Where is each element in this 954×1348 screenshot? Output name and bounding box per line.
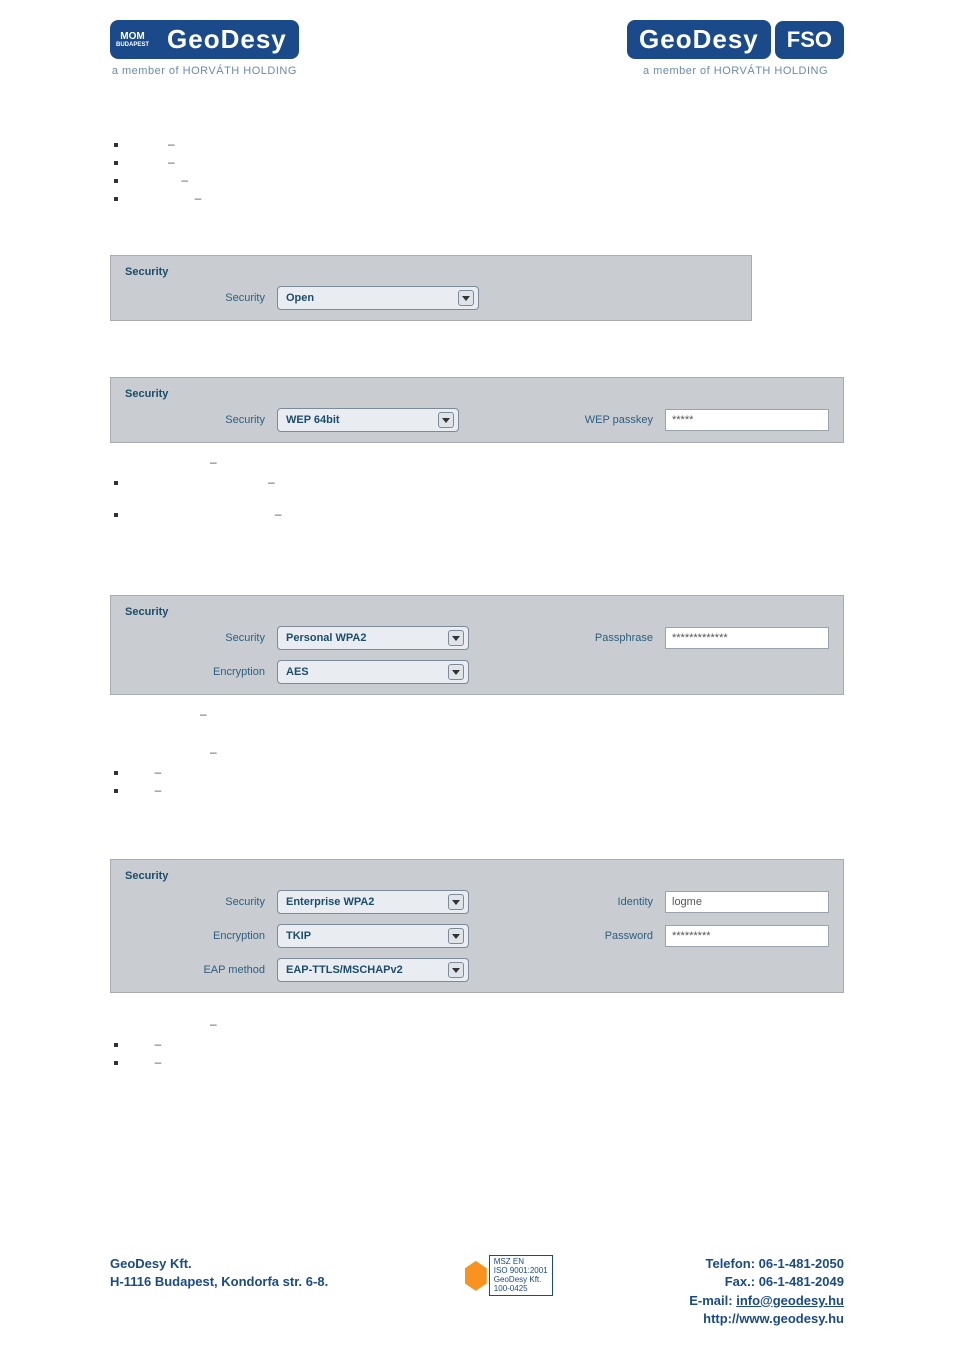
company-name: GeoDesy Kft. [110, 1255, 328, 1273]
security-select[interactable]: Enterprise WPA2 [277, 890, 469, 914]
chevron-down-icon [448, 962, 464, 978]
list-item: – [128, 783, 844, 797]
security-panel-open: Security Security Open [110, 255, 752, 321]
logo-geodesy-right: GeoDesy [627, 20, 771, 59]
eap-select-value: EAP-TTLS/MSCHAPv2 [286, 964, 403, 976]
phone: Telefon: 06-1-481-2050 [689, 1255, 844, 1273]
security-label: Security [125, 896, 265, 908]
cert-ribbon-icon [465, 1261, 487, 1291]
list-item: – [128, 155, 844, 169]
footer-address: GeoDesy Kft. H-1116 Budapest, Kondorfa s… [110, 1255, 328, 1291]
bullet-list-3: – – [128, 765, 844, 797]
encryption-label: Encryption [125, 666, 265, 678]
password-input[interactable] [665, 925, 829, 947]
security-panel-wep: Security Security WEP 64bit WEP passkey [110, 377, 844, 443]
list-item: – [128, 191, 844, 205]
list-item: – [128, 475, 844, 489]
chevron-down-icon [458, 290, 474, 306]
passphrase-label: Passphrase [595, 632, 653, 644]
encryption-select[interactable]: TKIP [277, 924, 469, 948]
encryption-label: Encryption [125, 930, 265, 942]
email-label: E-mail: [689, 1293, 736, 1308]
encryption-select-value: TKIP [286, 930, 311, 942]
company-address: H-1116 Budapest, Kondorfa str. 6-8. [110, 1273, 328, 1291]
email-link[interactable]: info@geodesy.hu [736, 1293, 844, 1308]
cert-badge: MSZ EN ISO 9001:2001 GeoDesy Kft. 100-04… [465, 1255, 553, 1296]
list-item: – [128, 137, 844, 151]
web: http://www.geodesy.hu [689, 1310, 844, 1328]
wep-passkey-input[interactable] [665, 409, 829, 431]
security-select-value: Enterprise WPA2 [286, 896, 374, 908]
chevron-down-icon [448, 928, 464, 944]
chevron-down-icon [438, 412, 454, 428]
logo-mom-top: MOM [120, 31, 144, 42]
security-select-value: WEP 64bit [286, 414, 340, 426]
chevron-down-icon [448, 894, 464, 910]
chevron-down-icon [448, 630, 464, 646]
eap-select[interactable]: EAP-TTLS/MSCHAPv2 [277, 958, 469, 982]
logo-geodesy-left: GeoDesy [155, 20, 299, 59]
list-item: – [128, 765, 844, 779]
list-item: – [128, 507, 844, 521]
list-item: – [128, 173, 844, 187]
panel-title: Security [111, 860, 843, 886]
security-select-value: Personal WPA2 [286, 632, 367, 644]
logo-mom-badge: MOM BUDAPEST [110, 20, 155, 59]
identity-input[interactable] [665, 891, 829, 913]
logo-left: MOM BUDAPEST GeoDesy a member of HORVÁTH… [110, 20, 299, 77]
page-footer: GeoDesy Kft. H-1116 Budapest, Kondorfa s… [0, 1255, 954, 1328]
security-select[interactable]: Open [277, 286, 479, 310]
panel-title: Security [111, 256, 751, 282]
passphrase-input[interactable] [665, 627, 829, 649]
bullet-list-4: – – [128, 1037, 844, 1069]
security-select[interactable]: WEP 64bit [277, 408, 459, 432]
eap-label: EAP method [125, 964, 265, 976]
page-header: MOM BUDAPEST GeoDesy a member of HORVÁTH… [0, 20, 954, 77]
bullet-list-2: – – [128, 475, 844, 521]
cert-text: MSZ EN ISO 9001:2001 GeoDesy Kft. 100-04… [489, 1255, 553, 1296]
logo-sub-right: a member of HORVÁTH HOLDING [643, 65, 828, 77]
security-panel-ewpa2: Security Security Enterprise WPA2 Identi… [110, 859, 844, 993]
footer-contact: Telefon: 06-1-481-2050 Fax.: 06-1-481-20… [689, 1255, 844, 1328]
security-label: Security [125, 292, 265, 304]
security-select[interactable]: Personal WPA2 [277, 626, 469, 650]
panel-title: Security [111, 378, 843, 404]
logo-fso: FSO [775, 21, 844, 59]
security-label: Security [125, 632, 265, 644]
panel-title: Security [111, 596, 843, 622]
encryption-select[interactable]: AES [277, 660, 469, 684]
security-label: Security [125, 414, 265, 426]
list-item: – [128, 1055, 844, 1069]
bullet-list-1: – – – – [128, 137, 844, 205]
security-panel-pwpa2: Security Security Personal WPA2 Passphra… [110, 595, 844, 695]
password-label: Password [605, 930, 653, 942]
encryption-select-value: AES [286, 666, 309, 678]
list-item: – [128, 1037, 844, 1051]
logo-sub-left: a member of HORVÁTH HOLDING [112, 65, 297, 77]
logo-right: GeoDesy FSO a member of HORVÁTH HOLDING [627, 20, 844, 77]
identity-label: Identity [618, 896, 653, 908]
fax: Fax.: 06-1-481-2049 [689, 1273, 844, 1291]
chevron-down-icon [448, 664, 464, 680]
wep-passkey-label: WEP passkey [585, 414, 653, 426]
logo-mom-bottom: BUDAPEST [116, 42, 149, 48]
security-select-value: Open [286, 292, 314, 304]
